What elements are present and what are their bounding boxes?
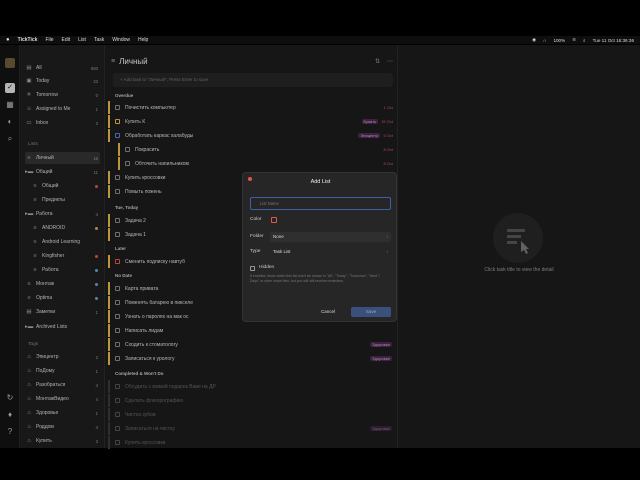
menu-window[interactable]: Window xyxy=(112,37,130,43)
type-select[interactable]: Task List › xyxy=(270,247,391,257)
status-icon[interactable]: ◉ xyxy=(532,37,536,43)
menu-list[interactable]: List xyxy=(78,37,86,43)
hidden-label[interactable]: Hidden xyxy=(259,265,274,270)
menu-task[interactable]: Task xyxy=(94,37,104,43)
chevron-down-icon: › xyxy=(386,234,389,239)
menu-edit[interactable]: Edit xyxy=(62,37,71,43)
menu-help[interactable]: Help xyxy=(138,37,148,43)
dialog-title: Add List xyxy=(310,179,331,185)
save-button[interactable]: Save xyxy=(351,307,391,317)
wifi-icon[interactable]: ≋ xyxy=(572,37,576,43)
apple-icon[interactable]: ● xyxy=(6,37,10,43)
folder-select[interactable]: None › xyxy=(270,232,391,242)
type-value: Task List xyxy=(273,249,291,254)
list-name-input[interactable]: List Name xyxy=(250,197,391,210)
search-icon[interactable]: ⌕ xyxy=(583,38,586,43)
hidden-checkbox[interactable] xyxy=(250,266,255,271)
menu-file[interactable]: File xyxy=(45,37,53,43)
color-label: Color xyxy=(250,217,262,222)
color-swatch[interactable] xyxy=(271,217,277,223)
add-list-dialog: Add List List Name Color Folder None › Ty… xyxy=(242,172,397,322)
type-label: Type xyxy=(250,249,261,254)
macos-menubar: ● TickTick File Edit List Task Window He… xyxy=(0,36,640,44)
menu-app[interactable]: TickTick xyxy=(18,37,38,43)
folder-label: Folder xyxy=(250,234,264,239)
screen: ● TickTick File Edit List Task Window He… xyxy=(0,0,640,480)
cancel-button[interactable]: Cancel xyxy=(309,307,347,317)
clock: Tue 11 Oct 16:36:36 xyxy=(592,37,634,43)
folder-value: None xyxy=(273,234,284,239)
hidden-note: If enabled, tasks within this list won't… xyxy=(250,274,380,283)
headphones-icon[interactable]: ∩ xyxy=(543,38,546,43)
battery-percent: 100% xyxy=(553,37,566,43)
ticktick-window: ✓ ▦ ◐ ⌕ ↻ ♦ ? ▤ All 583 ▣ Today 23 ☀ Tomorrow… xyxy=(0,45,640,449)
chevron-down-icon: › xyxy=(386,249,389,254)
